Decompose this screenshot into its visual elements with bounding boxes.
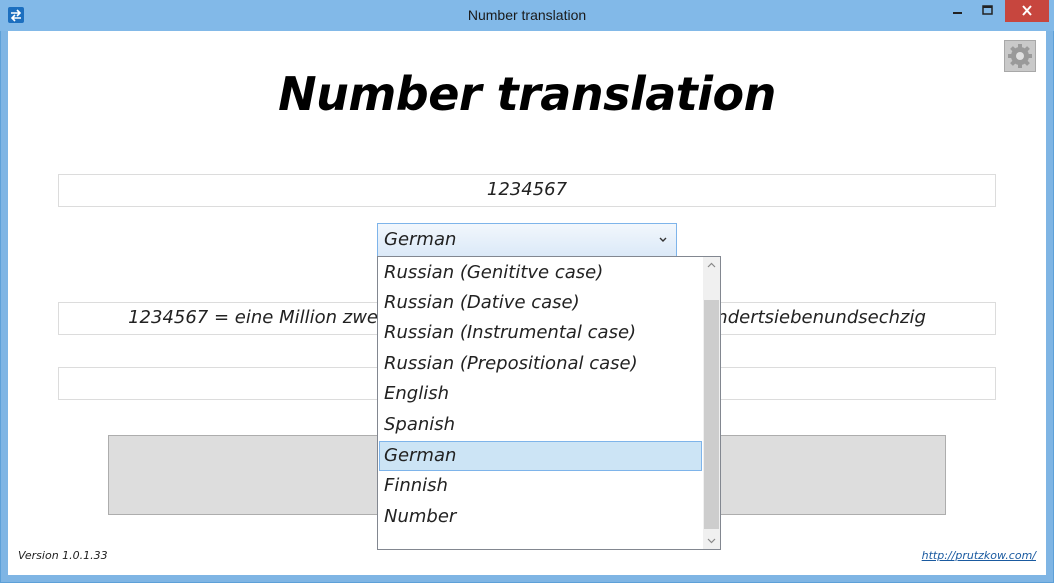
language-select[interactable]: German — [377, 223, 677, 257]
page-title: Number translation — [278, 67, 776, 121]
language-option[interactable]: Finnish — [379, 471, 702, 501]
website-link[interactable]: http://prutzkow.com/ — [922, 549, 1036, 562]
main-panel: Number translation 1234567 1234567 = ein… — [8, 31, 1046, 575]
scroll-down-icon[interactable] — [703, 532, 720, 549]
number-input[interactable]: 1234567 — [58, 174, 996, 207]
scroll-up-icon[interactable] — [703, 257, 720, 274]
language-option[interactable]: Russian (Genititve case) — [379, 258, 702, 288]
language-option[interactable]: Number — [379, 502, 702, 532]
dropdown-scrollbar[interactable] — [703, 257, 720, 549]
language-option[interactable]: Russian (Dative case) — [379, 288, 702, 318]
language-select-value: German — [384, 229, 457, 250]
language-option[interactable]: English — [379, 379, 702, 409]
window-title: Number translation — [467, 7, 587, 23]
language-option[interactable]: Spanish — [379, 410, 702, 440]
language-option[interactable]: Russian (Instrumental case) — [379, 318, 702, 348]
language-option-selected[interactable]: German — [379, 441, 702, 471]
title-bar[interactable]: Number translation — [0, 0, 1054, 31]
maximize-button[interactable] — [974, 0, 1002, 22]
version-label: Version 1.0.1.33 — [18, 549, 108, 562]
language-dropdown-list[interactable]: Russian (Genititve case) Russian (Dative… — [377, 256, 721, 550]
language-option[interactable]: Russian (Prepositional case) — [379, 349, 702, 379]
close-button[interactable] — [1005, 0, 1049, 22]
scroll-thumb[interactable] — [704, 300, 719, 529]
minimize-button[interactable] — [940, 0, 974, 22]
